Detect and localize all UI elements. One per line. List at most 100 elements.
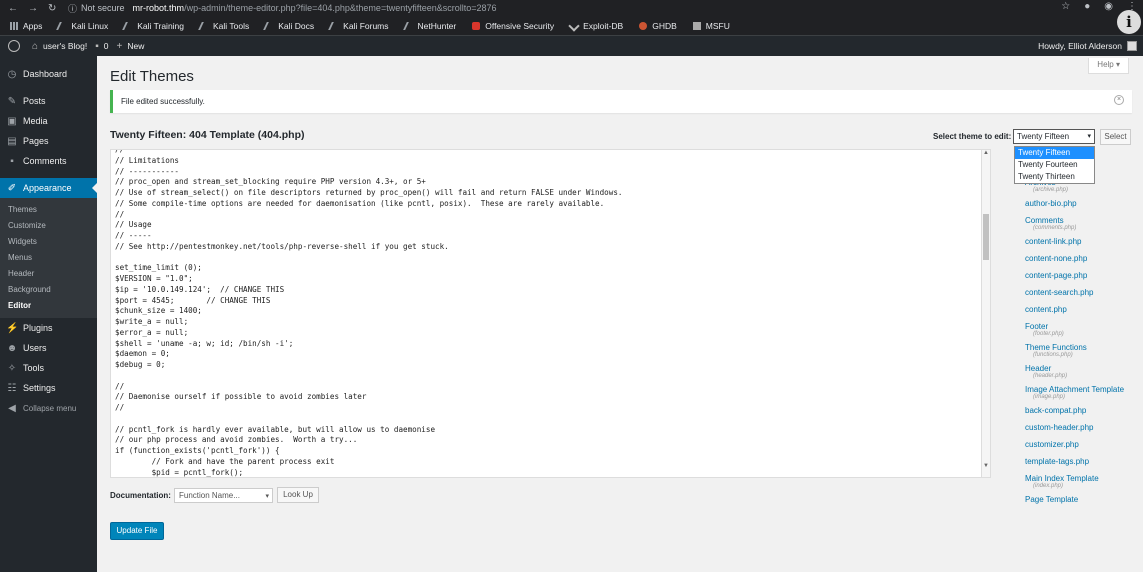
update-file-button[interactable]: Update File <box>110 522 164 540</box>
url-path[interactable]: /wp-admin/theme-editor.php?file=404.php&… <box>184 3 496 13</box>
lookup-button[interactable]: Look Up <box>277 487 319 503</box>
theme-dropdown: Twenty Fifteen Twenty Fourteen Twenty Th… <box>1014 146 1095 184</box>
file-item[interactable]: custom-header.php <box>1025 423 1135 432</box>
file-item[interactable]: content-page.php <box>1025 271 1135 280</box>
notice-text: File edited successfully. <box>121 97 205 106</box>
sidebar-item-dashboard[interactable]: ◷ Dashboard <box>0 64 97 84</box>
wordpress-icon <box>8 40 20 52</box>
comments-link[interactable]: ▪ 0 <box>95 41 108 52</box>
submenu-menus[interactable]: Menus <box>0 250 97 266</box>
plug-icon: ⚡ <box>6 322 19 334</box>
site-name-link[interactable]: ⌂ user's Blog! <box>32 41 87 52</box>
info-icon[interactable]: ⓘ <box>68 2 77 15</box>
file-item[interactable]: back-compat.php <box>1025 406 1135 415</box>
star-icon[interactable]: ☆ <box>1061 1 1070 12</box>
page-title: Edit Themes <box>110 68 194 85</box>
bookmark-kali-training[interactable]: Kali Training <box>122 21 184 31</box>
bookmark-ghdb[interactable]: GHDB <box>639 21 677 31</box>
pages-icon: ▤ <box>7 135 17 147</box>
pin-icon: ✎ <box>7 95 17 107</box>
scroll-thumb[interactable] <box>983 214 989 260</box>
file-item[interactable]: Theme Functions (functions.php) <box>1025 343 1135 358</box>
submenu-customize[interactable]: Customize <box>0 218 97 234</box>
url-host[interactable]: mr-robot.thm <box>133 3 185 13</box>
dismiss-icon[interactable]: × <box>1114 95 1124 105</box>
sidebar-item-plugins[interactable]: ⚡ Plugins <box>0 318 97 338</box>
submenu-background[interactable]: Background <box>0 282 97 298</box>
file-item[interactable]: Main Index Template (index.php) <box>1025 474 1135 489</box>
help-button[interactable]: Help ▾ <box>1088 58 1129 74</box>
bookmark-offensive-security[interactable]: Offensive Security <box>472 21 554 31</box>
collapse-menu-button[interactable]: ◀ Collapse menu <box>0 398 97 418</box>
file-item[interactable]: content-search.php <box>1025 288 1135 297</box>
new-content-link[interactable]: + New <box>116 41 144 52</box>
code-content[interactable]: // // Limitations // ----------- // proc… <box>111 150 990 477</box>
sidebar-item-appearance[interactable]: ✐ Appearance <box>0 178 97 198</box>
forward-icon[interactable]: → <box>28 3 38 14</box>
admin-sidebar: ◷ Dashboard ✎ Posts ▣ Media ▤ Pages ▪ Comment… <box>0 56 97 572</box>
sidebar-item-pages[interactable]: ▤ Pages <box>0 131 97 151</box>
submenu-editor[interactable]: Editor <box>0 298 97 314</box>
exploitdb-icon <box>568 19 580 32</box>
kali-icon <box>328 21 341 30</box>
scroll-down-icon[interactable]: ▼ <box>983 463 989 469</box>
chevron-down-icon: ▾ <box>1087 133 1091 140</box>
submenu-widgets[interactable]: Widgets <box>0 234 97 250</box>
theme-select[interactable]: Twenty Fifteen ▾ <box>1013 129 1095 144</box>
submenu-themes[interactable]: Themes <box>0 202 97 218</box>
kali-icon <box>198 21 210 30</box>
chevron-down-icon: ▾ <box>265 493 269 500</box>
bookmark-nethunter[interactable]: NetHunter <box>402 21 456 31</box>
kali-icon <box>122 21 135 30</box>
file-item[interactable]: content-none.php <box>1025 254 1135 263</box>
back-icon[interactable]: ← <box>8 3 18 14</box>
bookmarks-bar: Apps Kali Linux Kali Training Kali Tools… <box>0 16 1143 36</box>
file-item[interactable]: author-bio.php <box>1025 199 1135 208</box>
theme-option[interactable]: Twenty Thirteen <box>1015 171 1094 183</box>
select-theme-button[interactable]: Select <box>1100 129 1131 145</box>
bookmark-apps[interactable]: Apps <box>10 21 42 31</box>
bookmark-msfu[interactable]: MSFU <box>692 21 730 31</box>
sidebar-item-users[interactable]: ☻ Users <box>0 338 97 358</box>
sidebar-item-settings[interactable]: ☷ Settings <box>0 378 97 398</box>
file-item[interactable]: Comments (comments.php) <box>1025 216 1135 231</box>
file-item[interactable]: content-link.php <box>1025 237 1135 246</box>
home-icon: ⌂ <box>32 40 39 52</box>
sidebar-item-media[interactable]: ▣ Media <box>0 111 97 131</box>
theme-option[interactable]: Twenty Fifteen <box>1015 147 1094 159</box>
sidebar-item-comments[interactable]: ▪ Comments <box>0 151 97 171</box>
extension-icon[interactable]: ● <box>1084 1 1090 12</box>
wrench-icon: ✧ <box>7 362 17 374</box>
scroll-up-icon[interactable]: ▲ <box>983 150 989 156</box>
bookmark-exploit-db[interactable]: Exploit-DB <box>568 19 623 32</box>
code-editor[interactable]: // // Limitations // ----------- // proc… <box>110 149 991 478</box>
profile-icon[interactable]: ◉ <box>1104 1 1113 12</box>
function-select[interactable]: Function Name... ▾ <box>174 488 273 503</box>
bookmark-kali-tools[interactable]: Kali Tools <box>198 21 249 31</box>
media-icon: ▣ <box>7 115 17 127</box>
documentation-label: Documentation: <box>110 491 171 500</box>
file-item[interactable]: customizer.php <box>1025 440 1135 449</box>
file-item[interactable]: Header (header.php) <box>1025 364 1135 379</box>
reload-icon[interactable]: ↻ <box>48 3 56 14</box>
users-icon: ☻ <box>6 342 18 354</box>
info-icon[interactable]: i <box>1117 10 1141 34</box>
file-item[interactable]: Image Attachment Template (image.php) <box>1025 385 1135 400</box>
avatar <box>1127 41 1137 51</box>
file-item[interactable]: Footer (footer.php) <box>1025 322 1135 337</box>
editor-scrollbar[interactable]: ▲ ▼ <box>981 150 990 477</box>
bookmark-kali-docs[interactable]: Kali Docs <box>263 21 314 31</box>
account-menu[interactable]: Howdy, Elliot Alderson <box>1038 41 1137 51</box>
file-item[interactable]: Page Template <box>1025 495 1135 504</box>
main-content: Edit Themes Help ▾ File edited successfu… <box>97 56 1143 572</box>
submenu-header[interactable]: Header <box>0 266 97 282</box>
bookmark-kali-linux[interactable]: Kali Linux <box>56 21 108 31</box>
sidebar-item-posts[interactable]: ✎ Posts <box>0 91 97 111</box>
file-item[interactable]: template-tags.php <box>1025 457 1135 466</box>
comment-icon: ▪ <box>10 155 14 167</box>
bookmark-kali-forums[interactable]: Kali Forums <box>328 21 389 31</box>
wp-logo-button[interactable] <box>8 40 24 52</box>
theme-option[interactable]: Twenty Fourteen <box>1015 159 1094 171</box>
sidebar-item-tools[interactable]: ✧ Tools <box>0 358 97 378</box>
file-item[interactable]: content.php <box>1025 305 1135 314</box>
